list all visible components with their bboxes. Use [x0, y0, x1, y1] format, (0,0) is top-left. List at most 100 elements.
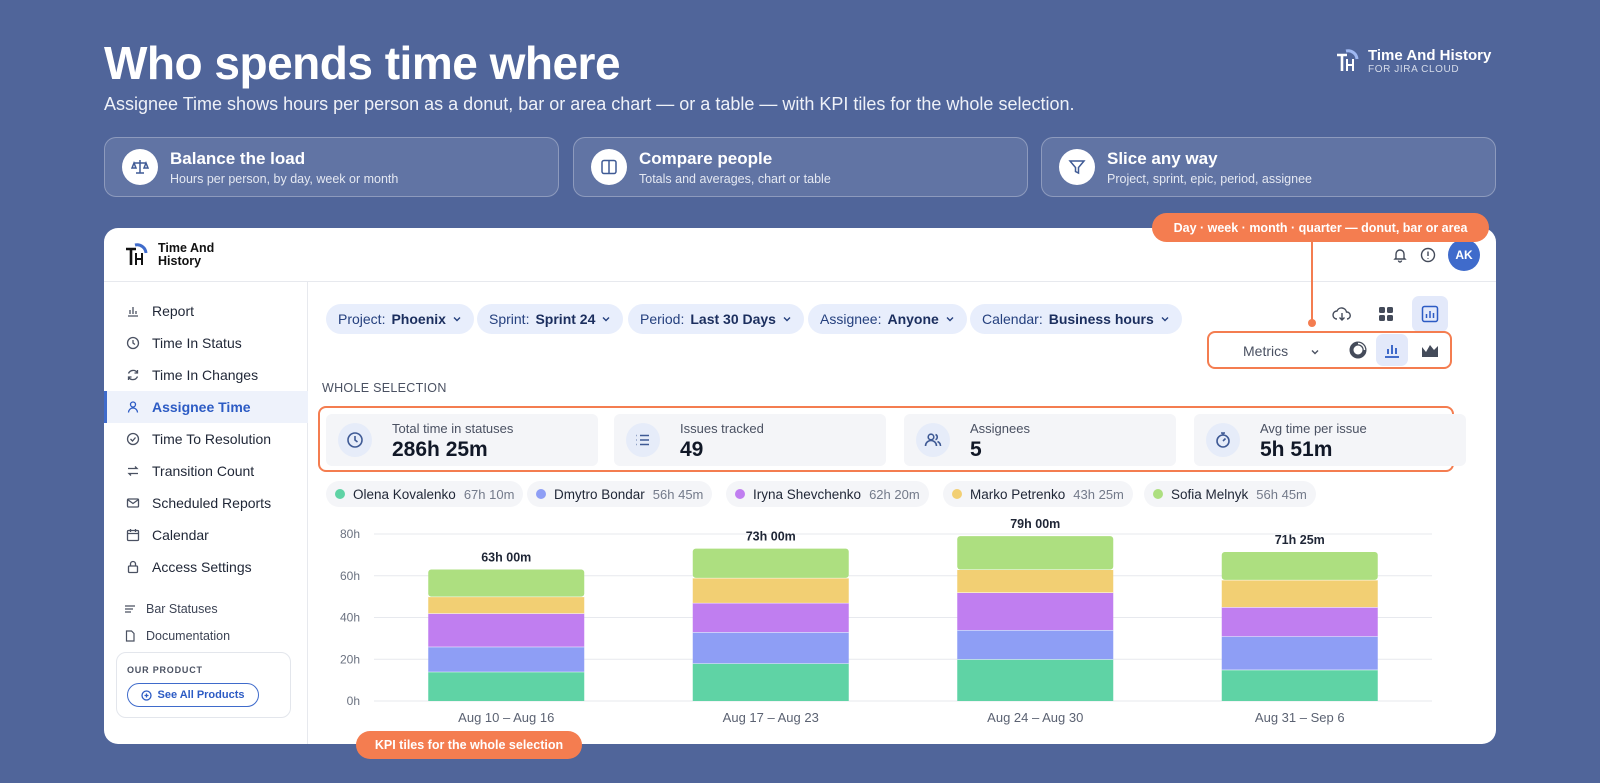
- bar-segment[interactable]: [1221, 636, 1378, 670]
- y-tick-label: 0h: [347, 694, 360, 708]
- bar-segment[interactable]: [692, 663, 849, 701]
- sidebar-item-documentation[interactable]: Documentation: [104, 624, 308, 648]
- columns-icon: [591, 149, 627, 185]
- bar-segment[interactable]: [1221, 607, 1378, 637]
- sidebar-item-label: Time To Resolution: [152, 431, 272, 447]
- legend-item-dmytro[interactable]: Dmytro Bondar 56h 45m: [527, 481, 713, 507]
- callout-chart-options: Day · week · month · quarter — donut, ba…: [1152, 213, 1489, 242]
- bar-chart-button[interactable]: [1376, 334, 1408, 366]
- bar-segment[interactable]: [957, 536, 1114, 570]
- app-logo[interactable]: Time And History: [122, 240, 214, 270]
- sidebar-item-label: Documentation: [146, 629, 231, 643]
- legend-hours: 56h 45m: [652, 486, 704, 502]
- sidebar-item-calendar[interactable]: Calendar: [104, 519, 308, 551]
- chevron-down-icon[interactable]: [1310, 347, 1320, 357]
- bar-segment[interactable]: [692, 602, 849, 633]
- users-icon: [916, 423, 950, 457]
- bar-segment[interactable]: [957, 659, 1114, 701]
- filter-calendar[interactable]: Calendar: Business hours: [970, 304, 1182, 334]
- sidebar-item-access-settings[interactable]: Access Settings: [104, 551, 308, 583]
- avatar[interactable]: AK: [1448, 239, 1480, 271]
- sidebar-item-time-to-resolution[interactable]: Time To Resolution: [104, 423, 308, 455]
- chevron-down-icon: [1161, 317, 1169, 322]
- filter-project[interactable]: Project: Phoenix: [326, 304, 474, 334]
- y-tick-label: 60h: [340, 569, 360, 583]
- sidebar-item-label: Transition Count: [152, 463, 255, 479]
- grid-icon: [1379, 307, 1393, 321]
- legend-name: Sofia Melnyk: [1171, 486, 1249, 502]
- bar-chart-icon: [1385, 345, 1399, 358]
- kpi-label: Assignees: [970, 421, 1030, 436]
- chart-type-selector: Metrics: [1207, 331, 1452, 369]
- metrics-dropdown[interactable]: Metrics: [1243, 343, 1288, 359]
- brand-mark-icon: [126, 243, 148, 265]
- chart-view-button[interactable]: [1412, 296, 1448, 332]
- filter-period[interactable]: Period: Last 30 Days: [628, 304, 804, 334]
- grid-view-button[interactable]: [1370, 298, 1402, 330]
- cloud-download-icon: [1332, 307, 1351, 321]
- x-tick-label: Aug 31 – Sep 6: [1255, 710, 1345, 725]
- kpi-tiles: Total time in statuses 286h 25m Issues t…: [318, 406, 1466, 472]
- legend-item-olena[interactable]: Olena Kovalenko 67h 10m: [326, 481, 524, 507]
- bar-segment[interactable]: [428, 646, 585, 672]
- sidebar-item-assignee-time[interactable]: Assignee Time: [104, 391, 308, 423]
- bar-segment[interactable]: [1221, 669, 1378, 701]
- legend-item-marko[interactable]: Marko Petrenko 43h 25m: [943, 481, 1133, 507]
- sidebar-item-scheduled-reports[interactable]: Scheduled Reports: [104, 487, 308, 519]
- feature-compare-people: Compare people Totals and averages, char…: [573, 137, 1028, 197]
- sidebar-item-time-in-changes[interactable]: Time In Changes: [104, 359, 308, 391]
- kpi-value: 286h 25m: [392, 438, 488, 461]
- kpi-label: Avg time per issue: [1260, 421, 1367, 436]
- y-tick-label: 20h: [340, 652, 360, 666]
- bar-segment[interactable]: [957, 630, 1114, 660]
- bar-segment[interactable]: [1221, 579, 1378, 608]
- area-chart-button[interactable]: [1415, 335, 1445, 365]
- bar-segment[interactable]: [428, 569, 585, 597]
- bar-segment[interactable]: [428, 596, 585, 614]
- callout-kpi-tiles: KPI tiles for the whole selection: [356, 731, 582, 759]
- arrows-icon: [127, 466, 139, 476]
- sidebar-item-label: Assignee Time: [152, 399, 251, 415]
- chevron-down-icon: [946, 317, 954, 322]
- legend-item-iryna[interactable]: Iryna Shevchenko 62h 20m: [726, 481, 929, 507]
- sidebar-item-transition-count[interactable]: Transition Count: [104, 455, 308, 487]
- bar-segment[interactable]: [428, 671, 585, 701]
- bar-segment[interactable]: [692, 632, 849, 664]
- app-window: Time And History AK Report Time In Statu…: [104, 228, 1496, 744]
- our-product-label: OUR PRODUCT: [127, 665, 203, 675]
- bar-segment[interactable]: [692, 577, 849, 603]
- legend-swatch: [335, 489, 345, 499]
- info-icon[interactable]: [1420, 247, 1436, 263]
- donut-chart-button[interactable]: [1343, 335, 1373, 365]
- kpi-total-time: Total time in statuses 286h 25m: [326, 414, 598, 466]
- filter-assignee[interactable]: Assignee: Anyone: [808, 304, 967, 334]
- feature-subtitle: Project, sprint, epic, period, assignee: [1107, 171, 1312, 186]
- filter-key: Sprint:: [489, 311, 530, 327]
- see-all-products-label: See All Products: [157, 689, 245, 701]
- bar-segment[interactable]: [957, 569, 1114, 593]
- see-all-products-button[interactable]: See All Products: [127, 683, 259, 707]
- bell-icon[interactable]: [1392, 247, 1408, 263]
- legend-hours: 67h 10m: [463, 486, 515, 502]
- bar-segment[interactable]: [957, 592, 1114, 631]
- calendar-icon: [126, 529, 140, 542]
- bar-segment[interactable]: [692, 548, 849, 578]
- sidebar-item-report[interactable]: Report: [104, 295, 308, 327]
- feature-title: Slice any way: [1107, 148, 1218, 168]
- kpi-label: Total time in statuses: [392, 421, 514, 436]
- sidebar-item-label: Calendar: [152, 527, 209, 543]
- bar-segment[interactable]: [428, 613, 585, 647]
- sidebar-item-time-in-status[interactable]: Time In Status: [104, 327, 308, 359]
- bar-segment[interactable]: [1221, 551, 1378, 580]
- chevron-down-icon: [783, 317, 791, 322]
- brand-logo: Time And History FOR JIRA CLOUD: [1334, 46, 1491, 76]
- legend-hours: 62h 20m: [869, 486, 920, 502]
- donut-icon: [1349, 341, 1367, 359]
- legend-name: Marko Petrenko: [970, 486, 1066, 502]
- filter-sprint[interactable]: Sprint: Sprint 24: [477, 304, 624, 334]
- kpi-value: 5h 51m: [1260, 438, 1333, 461]
- sidebar-item-bar-statuses[interactable]: Bar Statuses: [104, 597, 308, 621]
- export-cloud-button[interactable]: [1326, 298, 1358, 330]
- legend-item-sofia[interactable]: Sofia Melnyk 56h 45m: [1144, 481, 1316, 507]
- kpi-issues-tracked: Issues tracked 49: [614, 414, 886, 466]
